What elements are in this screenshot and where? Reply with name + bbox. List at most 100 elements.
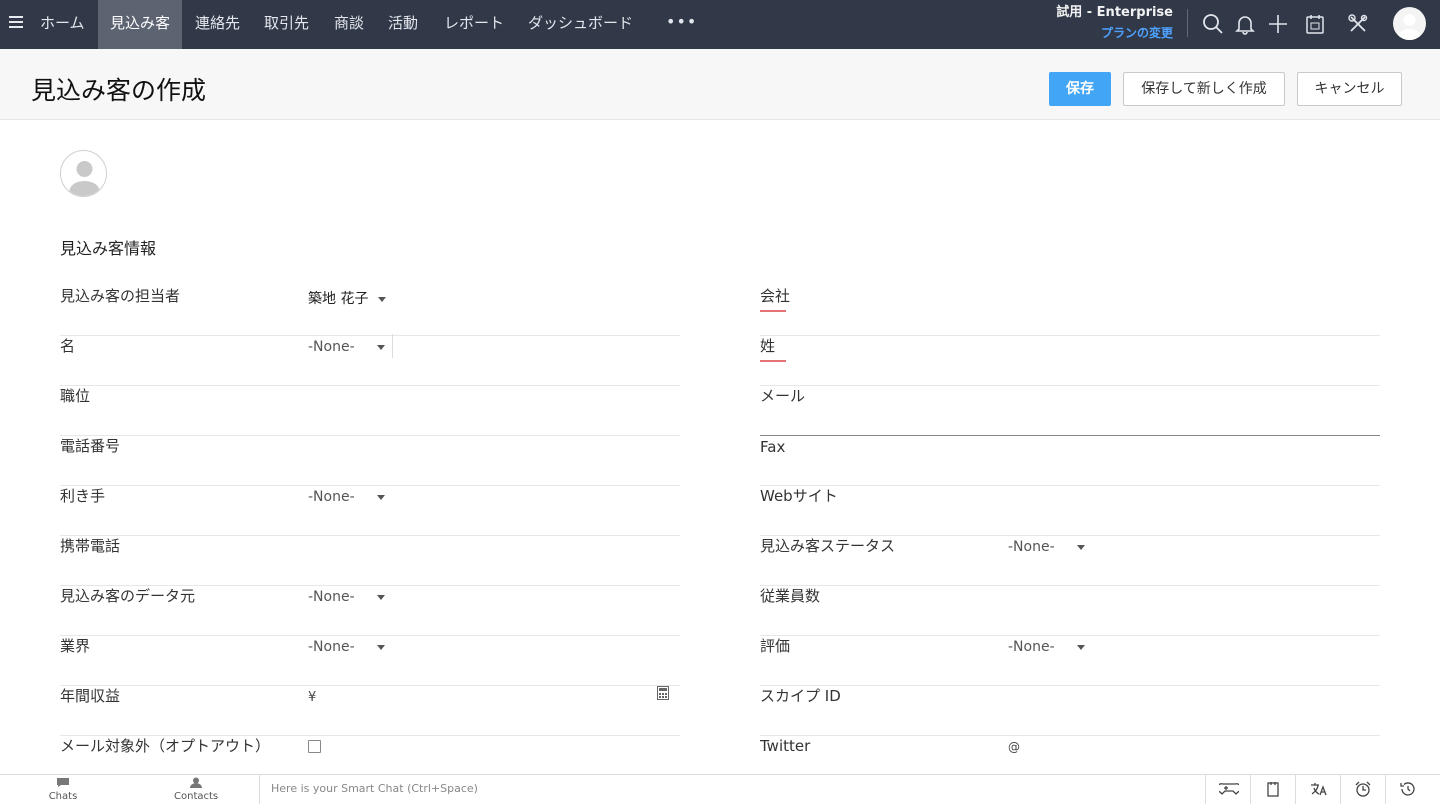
salutation-select[interactable]: -None- xyxy=(308,339,385,355)
field-label: 会社 xyxy=(760,287,791,312)
fax-input[interactable] xyxy=(1008,430,1380,464)
trial-edition: 試用 - Enterprise xyxy=(1056,5,1173,20)
field-label: 利き手 xyxy=(60,487,106,505)
tools-icon[interactable] xyxy=(1347,13,1369,35)
chevron-down-icon xyxy=(1076,544,1085,550)
title-input[interactable] xyxy=(308,380,680,414)
industry-value: -None- xyxy=(308,639,355,655)
user-avatar[interactable] xyxy=(1393,7,1426,40)
lead-source-select[interactable]: -None- xyxy=(308,589,385,605)
chevron-down-icon xyxy=(1076,644,1085,650)
website-input[interactable] xyxy=(1008,480,1380,514)
field-rating: 評価 -None- xyxy=(760,636,1380,686)
phone-input[interactable] xyxy=(308,430,680,464)
mobile-input[interactable] xyxy=(308,530,680,564)
calendar-icon[interactable] xyxy=(1304,13,1326,35)
bottom-divider xyxy=(259,775,260,804)
plus-icon[interactable] xyxy=(1267,13,1289,35)
save-button[interactable]: 保存 xyxy=(1049,72,1111,106)
field-label: 見込み客ステータス xyxy=(760,537,896,555)
rating-select[interactable]: -None- xyxy=(1008,639,1085,655)
currency-prefix: ¥ xyxy=(308,690,317,705)
field-lead-status: 見込み客ステータス -None- xyxy=(760,536,1380,586)
top-nav-bar: ホーム 見込み客 連絡先 取引先 商談 活動 レポート ダッシュボード ••• … xyxy=(0,0,1440,49)
twitter-input[interactable] xyxy=(1026,730,1380,764)
at-prefix: @ xyxy=(1008,740,1020,754)
contacts-button[interactable]: Contacts xyxy=(174,777,218,802)
search-icon[interactable] xyxy=(1202,13,1224,35)
field-label: 評価 xyxy=(760,637,791,655)
field-industry: 業界 -None- xyxy=(60,636,680,686)
lead-status-select[interactable]: -None- xyxy=(1008,539,1085,555)
field-label: 業界 xyxy=(60,637,91,655)
field-website: Webサイト xyxy=(760,486,1380,536)
company-input[interactable] xyxy=(1008,280,1380,314)
field-lead-owner: 見込み客の担当者 築地 花子 xyxy=(60,286,680,336)
email-opt-out-checkbox[interactable] xyxy=(308,740,321,753)
industry-select[interactable]: -None- xyxy=(308,639,385,655)
field-label: 職位 xyxy=(60,387,91,405)
handedness-select[interactable]: -None- xyxy=(308,489,385,505)
contacts-icon xyxy=(190,777,202,788)
field-email: メール xyxy=(760,386,1380,436)
field-last-name: 姓 xyxy=(760,336,1380,386)
chevron-down-icon xyxy=(376,644,385,650)
field-label: スカイプ ID xyxy=(760,687,841,705)
nav-home[interactable]: ホーム xyxy=(28,0,97,49)
field-annual-revenue: 年間収益 ¥ xyxy=(60,686,680,736)
notes-icon[interactable] xyxy=(1250,775,1295,804)
hamburger-menu-icon[interactable] xyxy=(9,16,23,30)
field-company: 会社 xyxy=(760,286,1380,336)
nav-dashboards[interactable]: ダッシュボード xyxy=(516,0,645,49)
field-skype-id: スカイプ ID xyxy=(760,686,1380,736)
cancel-button[interactable]: キャンセル xyxy=(1297,72,1402,106)
field-label: 名 xyxy=(60,337,76,355)
annual-revenue-input[interactable] xyxy=(324,680,654,714)
change-plan-link[interactable]: プランの変更 xyxy=(1056,21,1173,45)
nav-reports[interactable]: レポート xyxy=(432,0,516,49)
lead-status-value: -None- xyxy=(1008,539,1055,555)
lead-owner-select[interactable]: 築地 花子 xyxy=(308,288,387,308)
field-label: メール対象外（オプトアウト） xyxy=(60,737,271,755)
nav-contacts[interactable]: 連絡先 xyxy=(183,0,252,49)
email-input[interactable] xyxy=(1008,380,1380,414)
first-name-input[interactable] xyxy=(394,330,680,364)
nav-deals[interactable]: 商談 xyxy=(322,0,376,49)
skype-id-input[interactable] xyxy=(1008,680,1380,714)
page-title: 見込み客の作成 xyxy=(31,76,207,105)
save-and-new-button[interactable]: 保存して新しく作成 xyxy=(1123,72,1285,106)
field-label: Twitter xyxy=(760,737,811,755)
nav-accounts[interactable]: 取引先 xyxy=(252,0,321,49)
rating-value: -None- xyxy=(1008,639,1055,655)
field-mobile: 携帯電話 xyxy=(60,536,680,586)
field-lead-source: 見込み客のデータ元 -None- xyxy=(60,586,680,636)
field-label: 年間収益 xyxy=(60,687,121,705)
field-handedness: 利き手 -None- xyxy=(60,486,680,536)
nav-leads[interactable]: 見込み客 xyxy=(98,0,183,49)
chevron-down-icon xyxy=(378,296,387,302)
employees-input[interactable] xyxy=(1008,580,1380,614)
calculator-icon[interactable] xyxy=(657,685,669,700)
chats-label: Chats xyxy=(48,791,78,802)
alarm-clock-icon[interactable] xyxy=(1340,775,1385,804)
chats-button[interactable]: Chats xyxy=(48,777,78,802)
field-employees: 従業員数 xyxy=(760,586,1380,636)
field-label: メール xyxy=(760,387,806,405)
gamepad-icon[interactable] xyxy=(1205,775,1250,804)
nav-activities[interactable]: 活動 xyxy=(376,0,430,49)
translate-icon[interactable] xyxy=(1295,775,1340,804)
contacts-label: Contacts xyxy=(174,791,219,802)
history-icon[interactable] xyxy=(1385,775,1440,804)
handedness-value: -None- xyxy=(308,489,355,505)
lead-source-value: -None- xyxy=(308,589,355,605)
nav-more-icon[interactable]: ••• xyxy=(666,0,697,49)
field-label: 携帯電話 xyxy=(60,537,121,555)
trial-info: 試用 - Enterprise プランの変更 xyxy=(1056,5,1173,45)
smart-chat-input[interactable]: Here is your Smart Chat (Ctrl+Space) xyxy=(271,782,1171,795)
field-label: 姓 xyxy=(760,337,787,362)
lead-photo-placeholder[interactable] xyxy=(60,150,107,197)
last-name-input[interactable] xyxy=(1008,330,1380,364)
bell-icon[interactable] xyxy=(1234,13,1256,35)
lead-owner-value: 築地 花子 xyxy=(308,291,369,307)
chevron-down-icon xyxy=(376,344,385,350)
